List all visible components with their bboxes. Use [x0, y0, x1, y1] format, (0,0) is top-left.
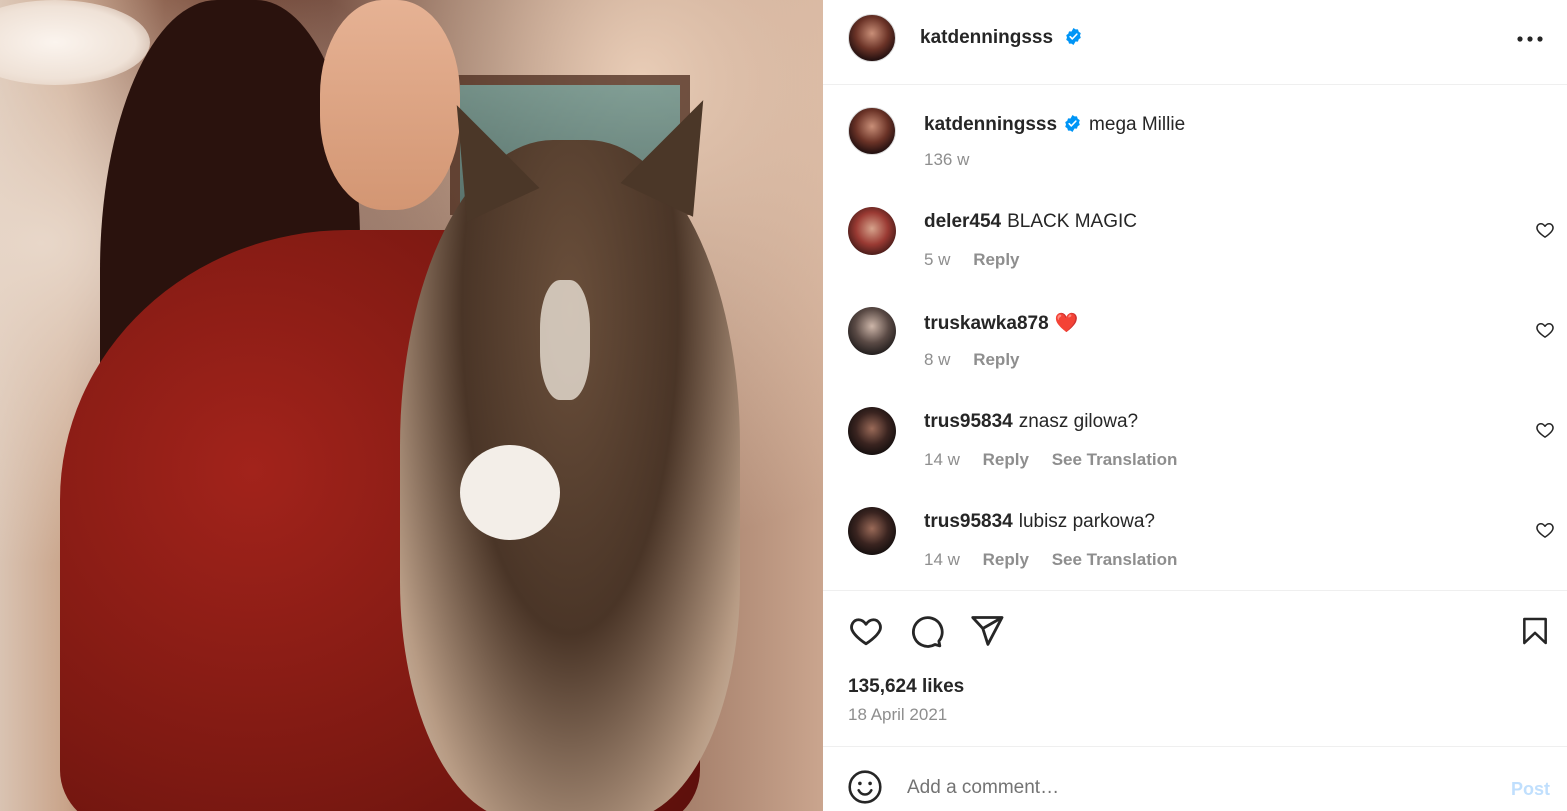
author-avatar[interactable] — [848, 14, 896, 62]
comment-input[interactable] — [907, 771, 1467, 805]
commenter-username[interactable]: trus95834 — [924, 511, 1013, 532]
caption-author-username[interactable]: katdenningsss — [924, 114, 1057, 135]
comment-like-heart-icon[interactable] — [1535, 520, 1555, 540]
post-date[interactable]: 18 April 2021 — [848, 705, 947, 725]
comment-text: ❤️ — [1054, 313, 1079, 334]
post-header: katdenningsss — [823, 0, 1567, 85]
comment-text-line: trus95834 znasz gilowa? — [924, 411, 1138, 433]
comment-text: BLACK MAGIC — [1007, 211, 1137, 232]
cat-white-paw — [460, 445, 560, 540]
commenter-avatar[interactable] — [848, 407, 896, 455]
commenter-avatar[interactable] — [848, 207, 896, 255]
comment-icon[interactable] — [907, 612, 945, 650]
comment-like-heart-icon[interactable] — [1535, 220, 1555, 240]
post-media-image[interactable] — [0, 0, 823, 811]
caption-text: mega Millie — [1089, 114, 1186, 135]
comment-like-heart-icon[interactable] — [1535, 320, 1555, 340]
verified-badge-icon — [1065, 27, 1081, 46]
comment-age[interactable]: 5 w — [924, 250, 950, 269]
comments-list: katdenningsss mega Millie 136 w deler454… — [823, 86, 1567, 591]
caption-author-avatar[interactable] — [848, 107, 896, 155]
comment-age[interactable]: 14 w — [924, 550, 960, 569]
commenter-avatar[interactable] — [848, 307, 896, 355]
send-icon[interactable] — [968, 612, 1006, 650]
comment-meta: 14 w Reply See Translation — [924, 450, 1195, 470]
comment-text: lubisz parkowa? — [1018, 511, 1155, 532]
maine-coon-cat — [400, 140, 740, 811]
comment-composer: Post — [823, 746, 1567, 811]
commenter-avatar[interactable] — [848, 507, 896, 555]
see-translation-button[interactable]: See Translation — [1052, 550, 1178, 569]
comment-text: znasz gilowa? — [1018, 411, 1139, 432]
likes-count[interactable]: 135,624 likes — [848, 676, 964, 698]
comment-meta: 14 w Reply See Translation — [924, 550, 1195, 570]
reply-button[interactable]: Reply — [973, 350, 1019, 369]
comment-age[interactable]: 14 w — [924, 450, 960, 469]
commenter-username[interactable]: trus95834 — [924, 411, 1013, 432]
comment-like-heart-icon[interactable] — [1535, 420, 1555, 440]
reply-button[interactable]: Reply — [983, 550, 1029, 569]
emoji-icon[interactable] — [847, 769, 883, 805]
commenter-username[interactable]: truskawka878 — [924, 313, 1049, 334]
person-face — [320, 0, 460, 210]
like-heart-icon[interactable] — [847, 612, 885, 650]
post-comment-button[interactable]: Post — [1511, 779, 1550, 800]
comment-text-line: deler454 BLACK MAGIC — [924, 211, 1137, 233]
comment-text-line: trus95834 lubisz parkowa? — [924, 511, 1155, 533]
author-name-wrap: katdenningsss — [920, 27, 1083, 49]
caption-age[interactable]: 136 w — [924, 150, 969, 169]
author-username[interactable]: katdenningsss — [920, 27, 1053, 48]
reply-button[interactable]: Reply — [983, 450, 1029, 469]
comment-meta: 5 w Reply — [924, 250, 1038, 270]
commenter-username[interactable]: deler454 — [924, 211, 1001, 232]
post-side-panel: katdenningsss katdenningsss mega Millie — [823, 0, 1567, 811]
caption-meta: 136 w — [924, 150, 987, 170]
more-options-icon[interactable] — [1515, 24, 1545, 54]
comment-age[interactable]: 8 w — [924, 350, 950, 369]
see-translation-button[interactable]: See Translation — [1052, 450, 1178, 469]
post-action-bar — [823, 592, 1567, 672]
verified-badge-icon — [1065, 114, 1080, 133]
comment-text-line: truskawka878 ❤️ — [924, 311, 1078, 335]
cat-white-bib — [540, 280, 590, 400]
caption-text-line: katdenningsss mega Millie — [924, 114, 1185, 136]
comment-meta: 8 w Reply — [924, 350, 1038, 370]
bookmark-icon[interactable] — [1516, 612, 1554, 650]
reply-button[interactable]: Reply — [973, 250, 1019, 269]
